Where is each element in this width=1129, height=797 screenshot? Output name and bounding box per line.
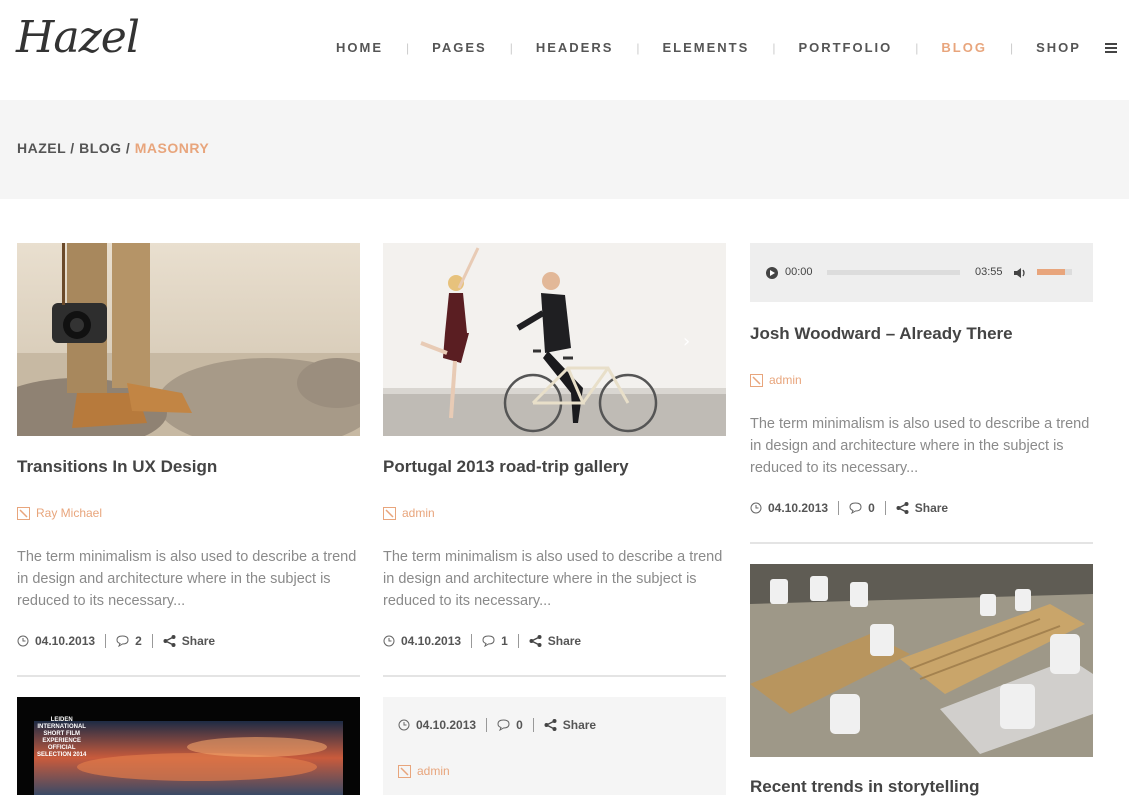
audio-player: 00:00 03:55	[750, 243, 1093, 302]
nav-blog[interactable]: BLOG	[941, 40, 987, 55]
pencil-icon	[750, 373, 763, 387]
comment-icon	[849, 502, 862, 514]
share-icon	[163, 635, 176, 647]
audio-duration: 03:55	[975, 266, 1003, 278]
meta-divider	[105, 634, 107, 648]
post-meta: 04.10.2013 2 Share	[17, 634, 215, 648]
main-nav: HOME | PAGES | HEADERS | ELEMENTS | PORT…	[336, 40, 1081, 55]
volume-slider[interactable]	[1037, 269, 1072, 275]
nav-headers[interactable]: HEADERS	[536, 40, 614, 55]
clock-icon	[398, 719, 410, 731]
comment-count[interactable]: 0	[516, 718, 523, 732]
post-excerpt: The term minimalism is also used to desc…	[383, 549, 723, 609]
site-logo[interactable]: Hazel	[16, 12, 140, 63]
meta-divider	[486, 718, 488, 732]
post-card-quote	[383, 697, 726, 795]
share-button[interactable]: Share	[182, 634, 215, 648]
breadcrumb-root[interactable]: HAZEL	[17, 140, 66, 156]
post-image-cafe-tables[interactable]	[750, 564, 1093, 757]
share-button[interactable]: Share	[915, 501, 948, 515]
nav-home[interactable]: HOME	[336, 40, 383, 55]
clock-icon	[750, 502, 762, 514]
post-date: 04.10.2013	[401, 634, 462, 648]
share-icon	[544, 719, 557, 731]
post-date: 04.10.2013	[35, 634, 96, 648]
meta-divider	[884, 501, 886, 515]
breadcrumb-separator: /	[65, 140, 80, 156]
nav-divider: |	[772, 40, 776, 55]
breadcrumb-current: MASONRY	[134, 140, 210, 156]
post-author[interactable]: Ray Michael	[17, 506, 102, 520]
nav-divider: |	[636, 40, 640, 55]
author-name: admin	[402, 506, 435, 520]
post-title[interactable]: Recent trends in storytelling	[750, 777, 980, 797]
comment-icon	[497, 719, 510, 731]
nav-divider: |	[509, 40, 513, 55]
pencil-icon	[17, 506, 30, 520]
post-divider	[17, 675, 360, 677]
author-name: admin	[417, 764, 450, 778]
post-title[interactable]: Josh Woodward – Already There	[750, 324, 1013, 344]
meta-divider	[517, 634, 519, 648]
clock-icon	[383, 635, 395, 647]
post-meta: 04.10.2013 1 Share	[383, 634, 581, 648]
site-header: Hazel HOME | PAGES | HEADERS | ELEMENTS …	[0, 0, 1129, 100]
meta-divider	[838, 501, 840, 515]
comment-icon	[116, 635, 129, 647]
post-author[interactable]: admin	[398, 764, 450, 778]
nav-shop[interactable]: SHOP	[1036, 40, 1081, 55]
share-button[interactable]: Share	[548, 634, 581, 648]
nav-divider: |	[406, 40, 410, 55]
post-date: 04.10.2013	[768, 501, 829, 515]
post-title[interactable]: Transitions In UX Design	[17, 457, 217, 477]
breadcrumb-section[interactable]: BLOG	[79, 140, 121, 156]
pencil-icon	[383, 506, 396, 520]
post-meta: 04.10.2013 0 Share	[750, 501, 948, 515]
menu-icon[interactable]	[1105, 43, 1117, 53]
post-author[interactable]: admin	[383, 506, 435, 520]
post-title[interactable]: Portugal 2013 road-trip gallery	[383, 457, 629, 477]
share-icon	[896, 502, 909, 514]
post-divider	[750, 542, 1093, 544]
meta-divider	[471, 634, 473, 648]
post-meta: 04.10.2013 0 Share	[398, 718, 596, 732]
meta-divider	[151, 634, 153, 648]
comment-count[interactable]: 2	[135, 634, 142, 648]
audio-progress-track[interactable]	[827, 270, 960, 275]
author-name: admin	[769, 373, 802, 387]
post-image-couple-bicycle[interactable]: ›	[383, 243, 726, 436]
comment-count[interactable]: 0	[868, 501, 875, 515]
post-excerpt: The term minimalism is also used to desc…	[750, 416, 1090, 476]
audio-current-time: 00:00	[785, 266, 813, 278]
author-name: Ray Michael	[36, 506, 103, 520]
nav-elements[interactable]: ELEMENTS	[663, 40, 750, 55]
clock-icon	[17, 635, 29, 647]
post-divider	[383, 675, 726, 677]
play-icon[interactable]	[766, 267, 778, 279]
volume-icon[interactable]	[1013, 266, 1027, 280]
nav-divider: |	[915, 40, 919, 55]
meta-divider	[532, 718, 534, 732]
post-author[interactable]: admin	[750, 373, 802, 387]
share-button[interactable]: Share	[563, 718, 596, 732]
breadcrumb: HAZEL / BLOG / MASONRY	[17, 140, 209, 156]
share-icon	[529, 635, 542, 647]
post-excerpt: The term minimalism is also used to desc…	[17, 549, 357, 609]
svg-text:›: ›	[683, 331, 690, 352]
post-image-legs-camera[interactable]	[17, 243, 360, 436]
comment-count[interactable]: 1	[501, 634, 508, 648]
nav-divider: |	[1009, 40, 1014, 55]
comment-icon	[482, 635, 495, 647]
nav-portfolio[interactable]: PORTFOLIO	[798, 40, 892, 55]
nav-pages[interactable]: PAGES	[432, 40, 487, 55]
breadcrumb-separator: /	[121, 140, 135, 156]
poster-text: LEIDEN INTERNATIONAL SHORT FILM EXPERIEN…	[37, 717, 87, 758]
post-date: 04.10.2013	[416, 718, 477, 732]
pencil-icon	[398, 764, 411, 778]
post-image-film-festival[interactable]: LEIDEN INTERNATIONAL SHORT FILM EXPERIEN…	[17, 697, 360, 795]
